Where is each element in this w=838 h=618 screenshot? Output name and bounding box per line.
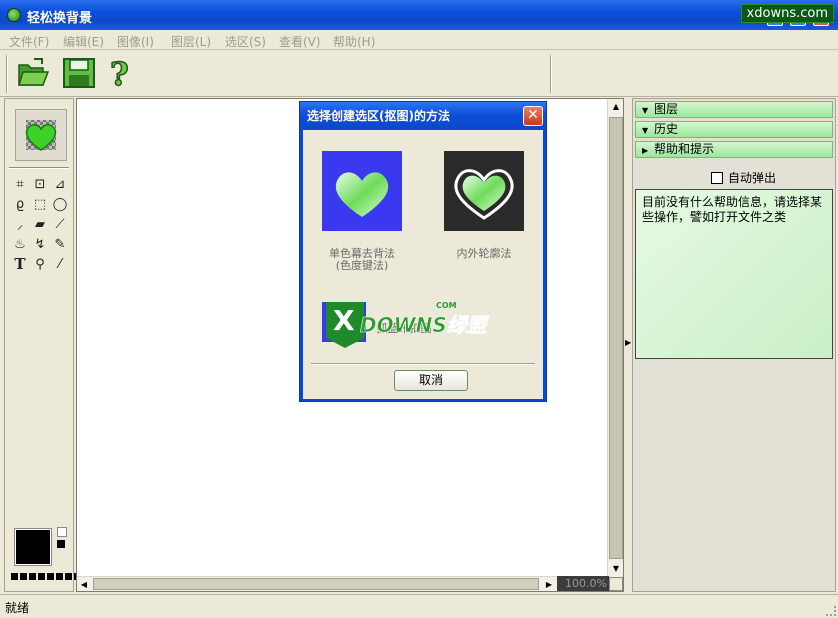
scroll-down-icon[interactable]: ▼ [608,561,624,577]
transform-icon[interactable]: ⊡ [31,175,49,193]
site-watermark: xdowns.com [740,4,834,23]
stamp-icon[interactable]: ♨ [11,235,29,253]
open-folder-icon[interactable] [16,57,50,89]
menu-bar: 文件(F) 编辑(E) 图像(I) 图层(L) 选区(S) 查看(V) 帮助(H… [0,30,838,50]
scroll-left-icon[interactable]: ◀ [77,577,91,592]
horizontal-scrollbar[interactable]: ◀ ▶ [77,576,557,591]
default-colors-icon[interactable] [57,540,65,548]
toolbar-separator [550,55,552,93]
eraser-icon[interactable]: ▰ [31,215,49,233]
zoom-icon[interactable]: ⚲ [31,255,49,273]
checkbox-box[interactable] [711,171,723,184]
menu-image[interactable]: 图像(I) [117,33,154,50]
expand-right-icon: ▶ [642,146,649,155]
option-chroma-key-label[interactable]: 单色幕去背法 (色度键法) [307,248,417,272]
svg-text:X: X [333,304,355,337]
vertical-scrollbar[interactable]: ▲ ▼ [607,99,623,577]
auto-popup-label: 自动弹出 [728,171,777,185]
option-contour[interactable] [444,151,524,231]
zoom-level: 100.0% [557,576,609,591]
menu-select[interactable]: 选区(S) [225,33,266,50]
window-title: 轻松换背景 [27,11,93,26]
xdowns-logo-watermark: X DOWNS绿盟 COM [326,301,490,348]
toolbar-grip [6,55,8,93]
toolbox: ⌗ ⊡ ⊿ ϱ ⬚ ◯ ⸝ ▰ ⟋ ♨ ↯ ✎ T ⚲ ⁄ [4,98,81,592]
horizontal-scroll-thumb[interactable] [93,578,539,590]
scroll-up-icon[interactable]: ▲ [608,99,624,115]
collapse-arrow-icon[interactable]: ▶ [625,338,631,347]
right-panel: ▼ 图层 ▼ 历史 ▶ 帮助和提示 自动弹出 目前没有什么帮助信息，请选择某些操作，譬… [632,98,836,592]
heart-selection-icon [25,120,57,151]
resize-grip-icon[interactable] [826,606,836,616]
app-icon [7,8,21,22]
foreground-color-swatch[interactable] [14,528,52,566]
dialog-close-button[interactable]: ✕ [523,106,543,126]
section-help-tips[interactable]: ▶ 帮助和提示 [635,141,833,158]
crop-icon[interactable]: ⌗ [11,175,29,193]
dialog-body: 单色幕去背法 (色度键法) 内外轮廓法 抓蓝布扣图 X DOWNS绿盟 COM … [303,130,543,399]
brush-icon[interactable]: ⟋ [51,215,69,233]
active-tool[interactable] [15,109,67,161]
menu-layer[interactable]: 图层(L) [171,33,211,50]
heart-outline-dark-icon [454,169,514,220]
section-history[interactable]: ▼ 历史 [635,121,833,138]
panel-splitter[interactable]: ▶ [624,98,632,592]
eyedropper-icon[interactable]: ⁄ [51,255,69,273]
menu-help[interactable]: 帮助(H) [333,33,375,50]
toolbar: ? [0,51,838,97]
rect-select-icon[interactable]: ⬚ [31,195,49,213]
status-bar: 就绪 [0,594,838,618]
expand-down-icon: ▼ [642,106,649,115]
color-palette[interactable] [11,573,81,580]
scroll-right-icon[interactable]: ▶ [542,577,556,592]
pin-icon[interactable]: ✎ [51,235,69,253]
title-bar: 轻松换背景 xdowns.com [0,0,838,30]
cancel-button[interactable]: 取消 [394,370,468,391]
svg-text:DOWNS绿盟: DOWNS绿盟 [360,313,490,337]
heart-blue-bg-icon [335,172,389,217]
magic-wand-icon[interactable]: ⸝ [11,215,29,233]
dialog-title: 选择创建选区(抠图)的方法 [300,102,546,130]
svg-text:COM: COM [436,301,457,310]
auto-popup-checkbox[interactable]: 自动弹出 [711,169,776,186]
fit-window-icon[interactable] [609,577,623,591]
text-icon[interactable]: T [11,255,29,273]
menu-file[interactable]: 文件(F) [9,33,49,50]
option-chroma-key[interactable] [322,151,402,231]
help-text-box: 目前没有什么帮助信息，请选择某些操作，譬如打开文件之类 [635,189,833,359]
expand-down-icon: ▼ [642,126,649,135]
help-question-icon[interactable]: ? [107,55,139,91]
vertical-scroll-thumb[interactable] [609,117,623,559]
lasso-icon[interactable]: ϱ [11,195,29,213]
option-contour-label[interactable]: 内外轮廓法 [429,248,539,260]
selection-method-dialog: 选择创建选区(抠图)的方法 ✕ 单色幕去背法 (色度键法) 内外轮廓法 抓蓝布扣… [299,101,547,402]
dialog-separator [311,363,535,365]
background-color-swatch[interactable] [57,527,67,537]
smudge-icon[interactable]: ↯ [31,235,49,253]
save-disk-icon[interactable] [62,57,96,89]
toolbox-divider [9,167,69,169]
menu-edit[interactable]: 编辑(E) [63,33,104,50]
menu-view[interactable]: 查看(V) [279,33,321,50]
ellipse-select-icon[interactable]: ◯ [51,195,69,213]
svg-text:?: ? [110,55,129,91]
perspective-icon[interactable]: ⊿ [51,175,69,193]
section-layers[interactable]: ▼ 图层 [635,101,833,118]
status-text: 就绪 [5,601,30,615]
